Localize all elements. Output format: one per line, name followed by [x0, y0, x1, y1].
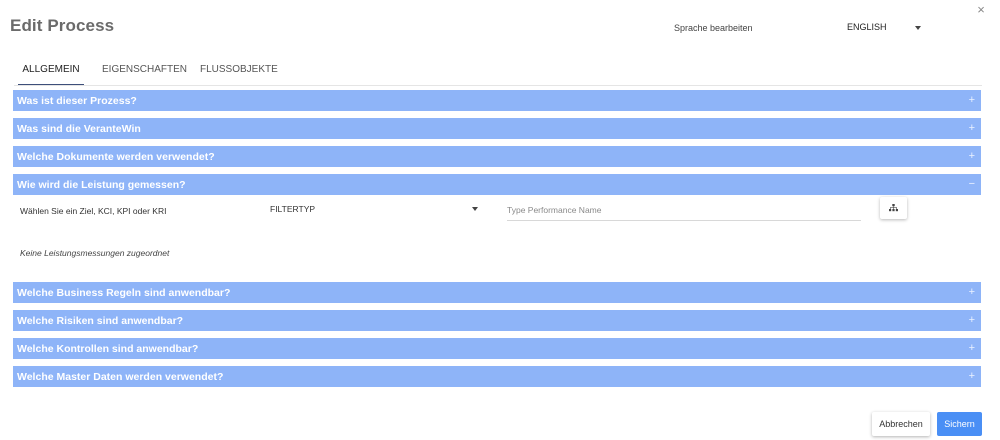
accordion-title: Was ist dieser Prozess? — [17, 95, 137, 107]
tab-divider — [14, 85, 982, 86]
accordion-header-controls[interactable]: Welche Kontrollen sind anwendbar? + — [13, 338, 981, 359]
tab-flussobjekte[interactable]: FLUSSOBJEKTE — [200, 58, 278, 86]
accordion-header-documents[interactable]: Welche Dokumente werden verwendet? + — [13, 146, 981, 167]
cancel-button[interactable]: Abbrechen — [872, 412, 930, 436]
expand-icon: + — [968, 314, 975, 326]
accordion-header-process[interactable]: Was ist dieser Prozess? + — [13, 90, 981, 111]
tab-eigenschaften[interactable]: EIGENSCHAFTEN — [102, 58, 187, 86]
hierarchy-icon — [889, 204, 898, 212]
tab-allgemein[interactable]: ALLGEMEIN — [18, 58, 84, 86]
accordion-header-performance[interactable]: Wie wird die Leistung gemessen? − — [13, 174, 981, 195]
filter-type-value: FILTERTYP — [270, 204, 316, 214]
expand-icon: + — [968, 94, 975, 106]
expand-icon: + — [968, 122, 975, 134]
collapse-icon: − — [968, 178, 975, 190]
page-title: Edit Process — [10, 16, 115, 35]
hierarchy-button[interactable] — [880, 197, 907, 219]
filter-type-select[interactable]: FILTERTYP — [270, 200, 482, 220]
accordion-title: Welche Business Regeln sind anwendbar? — [17, 287, 231, 299]
accordion-header-business-rules[interactable]: Welche Business Regeln sind anwendbar? + — [13, 282, 981, 303]
accordion-title: Welche Dokumente werden verwendet? — [17, 151, 215, 163]
accordion-header-risks[interactable]: Welche Risiken sind anwendbar? + — [13, 310, 981, 331]
language-label: Sprache bearbeiten — [674, 23, 753, 33]
performance-name-input[interactable] — [507, 200, 861, 221]
expand-icon: + — [968, 286, 975, 298]
empty-performance-message: Keine Leistungsmessungen zugeordnet — [20, 248, 170, 258]
expand-icon: + — [968, 370, 975, 382]
language-select-value: ENGLISH — [847, 22, 887, 32]
accordion-title: Was sind die VeranteWin — [17, 123, 141, 135]
caret-down-icon — [472, 207, 478, 211]
close-icon[interactable]: × — [974, 3, 988, 17]
accordion-title: Welche Kontrollen sind anwendbar? — [17, 343, 199, 355]
expand-icon: + — [968, 342, 975, 354]
accordion-title: Welche Risiken sind anwendbar? — [17, 315, 184, 327]
language-select[interactable]: ENGLISH — [830, 16, 930, 38]
performance-select-label: Wählen Sie ein Ziel, KCI, KPI oder KRI — [20, 206, 167, 216]
accordion-header-responsibility[interactable]: Was sind die VeranteWin + — [13, 118, 981, 139]
save-button[interactable]: Sichern — [937, 412, 982, 436]
expand-icon: + — [968, 150, 975, 162]
accordion-title: Welche Master Daten werden verwendet? — [17, 371, 224, 383]
caret-down-icon — [915, 26, 921, 30]
accordion-header-master-data[interactable]: Welche Master Daten werden verwendet? + — [13, 366, 981, 387]
accordion-title: Wie wird die Leistung gemessen? — [17, 179, 186, 191]
